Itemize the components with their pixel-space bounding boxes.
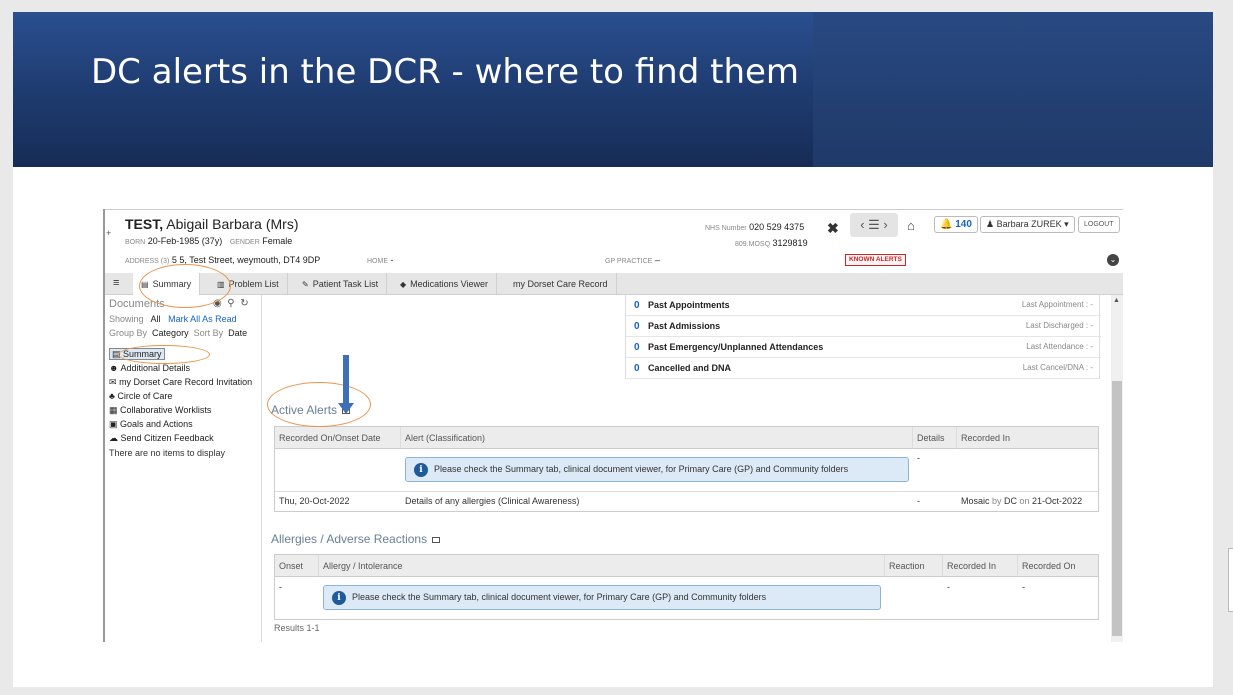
feedback-icon: ☁ bbox=[109, 433, 118, 443]
refresh-icon[interactable]: ↻ bbox=[240, 298, 248, 309]
alert-date: Thu, 20-Oct-2022 bbox=[279, 496, 350, 506]
mark-all-as-read-link[interactable]: Mark All As Read bbox=[168, 314, 237, 324]
highlight-oval-active-alerts bbox=[267, 382, 371, 427]
highlight-oval-summary-item bbox=[118, 345, 210, 364]
info-icon: i bbox=[414, 463, 428, 477]
slide-title: DC alerts in the DCR - where to find the… bbox=[91, 52, 800, 92]
allergy-recorded-in: - bbox=[947, 582, 950, 592]
patient-name: TEST, Abigail Barbara (Mrs) bbox=[125, 216, 299, 232]
tab-my-dorset-care-record[interactable]: my Dorset Care Record bbox=[505, 273, 617, 295]
column-header[interactable]: Recorded In bbox=[957, 427, 1098, 449]
alert-recorded-in: Mosaic by DC on 21-Oct-2022 bbox=[961, 496, 1083, 506]
patient-list-nav[interactable]: ‹ ☰ › bbox=[850, 213, 898, 237]
worklist-icon: ▦ bbox=[109, 405, 118, 415]
expand-icon[interactable]: + bbox=[106, 228, 111, 238]
scrollbar[interactable]: ▲ bbox=[1111, 295, 1123, 642]
notifications-button[interactable]: 🔔 140 bbox=[934, 216, 978, 233]
goals-icon: ▣ bbox=[109, 419, 118, 429]
row-divider bbox=[275, 491, 1098, 492]
known-alerts-badge[interactable]: KNOWN ALERTS bbox=[845, 254, 906, 266]
envelope-icon: ✉ bbox=[109, 377, 117, 387]
mosq-number: 809.MOSQ 3129819 bbox=[735, 238, 808, 248]
edge-panel bbox=[1228, 548, 1233, 612]
close-icon[interactable]: ✖ bbox=[827, 220, 839, 237]
sidebar-item-send-citizen-feedback[interactable]: ☁ Send Citizen Feedback bbox=[109, 431, 259, 445]
sort-by-value[interactable]: Date bbox=[228, 328, 247, 338]
dcr-screenshot: + TEST, Abigail Barbara (Mrs) BORN 20-Fe… bbox=[103, 209, 1123, 642]
home-phone: HOME - bbox=[367, 255, 394, 265]
sidebar-item-circle-of-care[interactable]: ♣ Circle of Care bbox=[109, 389, 259, 403]
logout-button[interactable]: LOGOUT bbox=[1078, 216, 1120, 233]
tab-medications-viewer[interactable]: ◆ Medications Viewer bbox=[392, 273, 498, 295]
chevron-down-icon[interactable]: ⌄ bbox=[1107, 254, 1119, 266]
allergy-recorded-on: - bbox=[1022, 582, 1025, 592]
sidebar-item-collaborative-worklists[interactable]: ▦ Collaborative Worklists bbox=[109, 403, 259, 417]
info-message: i Please check the Summary tab, clinical … bbox=[405, 457, 909, 482]
tab-patient-task-list[interactable]: ✎ Patient Task List bbox=[294, 273, 388, 295]
summary-content: 0 Past Appointments Last Appointment : - 0… bbox=[263, 295, 1111, 642]
menu-icon[interactable]: ≡ bbox=[113, 277, 119, 289]
column-header[interactable]: Recorded On bbox=[1018, 555, 1098, 577]
column-header[interactable]: Recorded On/Onset Date bbox=[275, 427, 401, 449]
home-icon[interactable]: ⌂ bbox=[907, 218, 915, 233]
group-sort-controls: Group By Category Sort By Date bbox=[109, 328, 248, 338]
sidebar-item-invitation[interactable]: ✉ my Dorset Care Record Invitation bbox=[109, 375, 259, 389]
column-header[interactable]: Recorded In bbox=[943, 555, 1018, 577]
stat-row: 0 Cancelled and DNA Last Cancel/DNA : - bbox=[626, 358, 1101, 379]
patient-banner: + TEST, Abigail Barbara (Mrs) BORN 20-Fe… bbox=[105, 209, 1123, 273]
active-alerts-table: Recorded On/Onset Date Alert (Classifica… bbox=[274, 426, 1099, 512]
allergies-table: Onset Allergy / Intolerance Reaction Rec… bbox=[274, 554, 1099, 620]
alert-details: - bbox=[917, 453, 920, 463]
title-banner: DC alerts in the DCR - where to find the… bbox=[13, 12, 1213, 167]
group-icon: ♣ bbox=[109, 391, 115, 401]
sidebar-item-goals-and-actions[interactable]: ▣ Goals and Actions bbox=[109, 417, 259, 431]
alert-classification[interactable]: Details of any allergies (Clinical Aware… bbox=[401, 496, 579, 506]
patient-demographics: BORN 20-Feb-1985 (37y) GENDER Female bbox=[125, 236, 293, 246]
info-icon: i bbox=[332, 591, 346, 605]
stat-row: 0 Past Appointments Last Appointment : - bbox=[626, 295, 1101, 316]
sidebar-item-additional-details[interactable]: ☻ Additional Details bbox=[109, 361, 259, 375]
bell-icon: 🔔 bbox=[940, 219, 953, 230]
scrollbar-thumb[interactable] bbox=[1112, 381, 1122, 636]
user-menu[interactable]: ♟ Barbara ZUREK ▾ bbox=[980, 216, 1075, 233]
empty-message: There are no items to display bbox=[109, 448, 226, 458]
patient-address: ADDRESS (3) 5 5, Test Street, weymouth, … bbox=[125, 255, 321, 265]
alert-details: - bbox=[917, 496, 920, 506]
group-by-value[interactable]: Category bbox=[152, 328, 189, 338]
showing-filter: Showing All Mark All As Read bbox=[109, 314, 237, 324]
stat-row: 0 Past Emergency/Unplanned Attendances Las… bbox=[626, 337, 1101, 358]
user-icon: ♟ bbox=[986, 219, 995, 229]
stat-row: 0 Past Admissions Last Discharged : - bbox=[626, 316, 1101, 337]
pill-icon: ◆ bbox=[400, 280, 407, 289]
gp-practice: GP PRACTICE – bbox=[605, 255, 660, 265]
column-header[interactable]: Onset bbox=[275, 555, 319, 577]
column-header[interactable]: Reaction bbox=[885, 555, 943, 577]
caret-down-icon: ▾ bbox=[1064, 219, 1069, 229]
tab-bar: ≡ ▤ Summary ▥ Problem List ✎ Patient Task L… bbox=[105, 273, 1123, 295]
column-header[interactable]: Alert (Classification) bbox=[401, 427, 913, 449]
slide: DC alerts in the DCR - where to find the… bbox=[13, 12, 1213, 687]
results-count: Results 1-1 bbox=[274, 623, 320, 633]
task-icon: ✎ bbox=[302, 280, 309, 289]
info-message: i Please check the Summary tab, clinical … bbox=[323, 585, 881, 610]
encounter-stats: 0 Past Appointments Last Appointment : - 0… bbox=[625, 295, 1101, 379]
window-icon[interactable] bbox=[432, 536, 441, 543]
column-header[interactable]: Details bbox=[913, 427, 957, 449]
column-header[interactable]: Allergy / Intolerance bbox=[319, 555, 885, 577]
banner-shade bbox=[813, 12, 1213, 167]
allergies-heading: Allergies / Adverse Reactions bbox=[271, 532, 441, 546]
people-icon: ☻ bbox=[109, 363, 119, 373]
pointer-arrow-shaft bbox=[343, 355, 349, 407]
highlight-oval-summary-tab bbox=[139, 264, 231, 308]
pointer-arrow-head bbox=[338, 403, 354, 414]
nhs-number: NHS Number 020 529 4375 bbox=[705, 222, 805, 232]
allergy-onset: - bbox=[279, 582, 282, 592]
showing-all[interactable]: All bbox=[151, 314, 161, 324]
search-icon[interactable]: ⚲ bbox=[227, 298, 234, 309]
scroll-up-icon[interactable]: ▲ bbox=[1113, 297, 1120, 304]
